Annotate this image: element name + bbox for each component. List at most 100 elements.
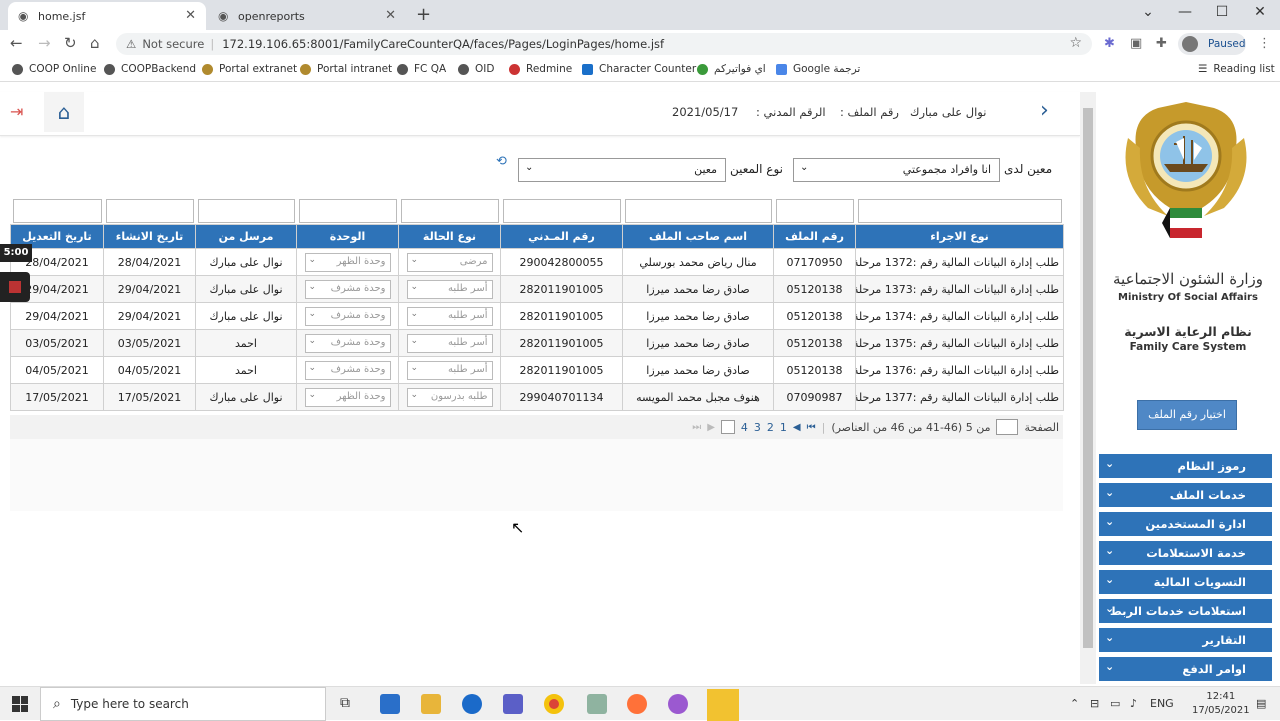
filter-input[interactable] — [12, 199, 102, 223]
page-number-input[interactable] — [996, 419, 1019, 435]
current-page-box[interactable] — [720, 420, 735, 434]
forward-icon[interactable]: → — [38, 34, 51, 52]
home-icon[interactable]: ⌂ — [90, 34, 100, 52]
table-row[interactable]: طلب إدارة البيانات المالية رقم :1377 مرح… — [10, 383, 1064, 411]
system-clock[interactable]: 12:41 17/05/2021 — [1192, 690, 1250, 718]
network-icon[interactable]: ⊟ — [1090, 697, 1099, 710]
stop-recording-button[interactable] — [0, 272, 30, 302]
table-row[interactable]: طلب إدارة البيانات المالية رقم :1375 مرح… — [10, 329, 1064, 357]
prev-page-icon[interactable]: ◀ — [793, 422, 801, 433]
bookmark-item[interactable]: Redmine — [509, 63, 572, 75]
close-window-icon[interactable]: ✕ — [1245, 4, 1275, 20]
column-header[interactable]: اسم صاحب الملف — [622, 224, 774, 249]
volume-icon[interactable]: ♪ — [1130, 697, 1137, 710]
close-tab-icon[interactable]: ✕ — [185, 8, 196, 23]
file-explorer-icon[interactable] — [421, 694, 441, 714]
cell-procedure[interactable]: طلب إدارة البيانات المالية رقم :1373 مرح… — [855, 275, 1064, 303]
filter-input[interactable] — [624, 199, 772, 223]
column-header[interactable]: رقم المـدني — [500, 224, 623, 249]
notifications-icon[interactable]: ▤ — [1256, 697, 1266, 710]
bookmark-item[interactable]: COOPBackend — [104, 63, 196, 75]
extension-icon[interactable]: ▣ — [1130, 36, 1142, 51]
cell-procedure[interactable]: طلب إدارة البيانات المالية رقم :1377 مرح… — [855, 383, 1064, 411]
bookmark-item[interactable]: اي فواتيركم — [697, 63, 766, 75]
bookmark-star-icon[interactable]: ☆ — [1069, 35, 1082, 51]
bookmark-item[interactable]: OID — [458, 63, 494, 75]
app-icon[interactable] — [668, 694, 688, 714]
app-icon[interactable] — [587, 694, 607, 714]
tab-search-icon[interactable]: ⌄ — [1133, 4, 1163, 20]
filter-cell[interactable] — [103, 198, 196, 225]
filter-input[interactable] — [775, 199, 854, 223]
table-row[interactable]: طلب إدارة البيانات المالية رقم :1372 مرح… — [10, 248, 1064, 276]
page-link[interactable]: 2 — [767, 421, 774, 434]
tab-openreports[interactable]: ◉ openreports ✕ — [208, 2, 406, 30]
filter-cell[interactable] — [398, 198, 501, 225]
minimize-icon[interactable]: — — [1170, 4, 1200, 20]
teamviewer-icon[interactable] — [462, 694, 482, 714]
filter-input[interactable] — [400, 199, 499, 223]
column-header[interactable]: رقم الملف — [773, 224, 856, 249]
filter-input[interactable] — [197, 199, 295, 223]
filter-cell[interactable] — [10, 198, 104, 225]
sticky-notes-icon[interactable] — [707, 689, 739, 721]
menu-dots-icon[interactable]: ⋮ — [1258, 36, 1271, 51]
profile-button[interactable]: Paused — [1178, 33, 1246, 55]
maximize-icon[interactable]: ☐ — [1207, 4, 1237, 20]
puzzle-icon[interactable]: ✚ — [1156, 36, 1167, 51]
home-button[interactable]: ⌂ — [44, 92, 84, 132]
menu-inquiry-service[interactable]: خدمة الاستعلامات ⌄ — [1099, 541, 1272, 567]
scrollbar-thumb[interactable] — [1083, 108, 1093, 648]
menu-link-inquiries[interactable]: استعلامات خدمات الربط ⌄ — [1099, 599, 1272, 625]
page-link[interactable]: 4 — [741, 421, 748, 434]
menu-financial-settlements[interactable]: التسويات المالية ⌄ — [1099, 570, 1272, 596]
table-row[interactable]: طلب إدارة البيانات المالية رقم :1373 مرح… — [10, 275, 1064, 303]
menu-user-admin[interactable]: ادارة المستخدمين ⌄ — [1099, 512, 1272, 538]
table-row[interactable]: طلب إدارة البيانات المالية رقم :1374 مرح… — [10, 302, 1064, 330]
filter-input[interactable] — [857, 199, 1062, 223]
assignee-type-select[interactable]: معين ⌄ — [518, 158, 726, 182]
column-header[interactable]: تاريخ الانشاء — [103, 224, 196, 249]
assigned-to-select[interactable]: انا وافراد مجموعتي ⌄ — [793, 158, 1000, 182]
mail-app-icon[interactable] — [380, 694, 400, 714]
menu-file-services[interactable]: خدمات الملف ⌄ — [1099, 483, 1272, 509]
back-icon[interactable]: ← — [10, 34, 23, 52]
page-link[interactable]: 3 — [754, 421, 761, 434]
reload-icon[interactable]: ↻ — [64, 34, 77, 52]
menu-reports[interactable]: التقارير ⌄ — [1099, 628, 1272, 654]
filter-cell[interactable] — [296, 198, 399, 225]
taskbar-search-box[interactable]: ⌕ Type here to search — [40, 687, 326, 721]
new-tab-icon[interactable]: + — [416, 4, 431, 25]
column-header[interactable]: مرسل من — [195, 224, 297, 249]
chevron-right-icon[interactable]: › — [1040, 98, 1049, 123]
filter-cell[interactable] — [500, 198, 623, 225]
firefox-icon[interactable] — [627, 694, 647, 714]
cell-procedure[interactable]: طلب إدارة البيانات المالية رقم :1374 مرح… — [855, 302, 1064, 330]
filter-cell[interactable] — [773, 198, 856, 225]
choose-file-button[interactable]: اختيار رقم الملف — [1137, 400, 1237, 430]
tab-home[interactable]: ◉ home.jsf ✕ — [8, 2, 206, 30]
menu-system-codes[interactable]: رموز النظام ⌄ — [1099, 454, 1272, 480]
close-tab-icon[interactable]: ✕ — [385, 8, 396, 23]
url-field[interactable]: ⚠ Not secure | 172.19.106.65:8001/Family… — [116, 33, 1092, 55]
bookmark-item[interactable]: FC QA — [397, 63, 446, 75]
bookmark-item[interactable]: Character Counter — [582, 63, 696, 75]
battery-icon[interactable]: ▭ — [1110, 697, 1120, 710]
column-header[interactable]: الوحدة — [296, 224, 399, 249]
teams-icon[interactable] — [503, 694, 523, 714]
bookmark-item[interactable]: Google ترجمة — [776, 63, 860, 75]
table-row[interactable]: طلب إدارة البيانات المالية رقم :1376 مرح… — [10, 356, 1064, 384]
filter-cell[interactable] — [855, 198, 1064, 225]
cell-procedure[interactable]: طلب إدارة البيانات المالية رقم :1372 مرح… — [855, 248, 1064, 276]
menu-payment-orders[interactable]: اوامر الدفع ⌄ — [1099, 657, 1272, 683]
reading-list[interactable]: ☰ Reading list — [1198, 63, 1275, 75]
page-link[interactable]: 1 — [780, 421, 787, 434]
filter-cell[interactable] — [195, 198, 297, 225]
bookmark-item[interactable]: COOP Online — [12, 63, 96, 75]
bookmark-item[interactable]: Portal extranet — [202, 63, 297, 75]
filter-input[interactable] — [298, 199, 397, 223]
windows-start-icon[interactable] — [12, 696, 28, 712]
extension-icon[interactable]: ✱ — [1104, 36, 1115, 51]
logout-icon[interactable]: ⇥ — [10, 102, 23, 121]
filter-cell[interactable] — [622, 198, 774, 225]
